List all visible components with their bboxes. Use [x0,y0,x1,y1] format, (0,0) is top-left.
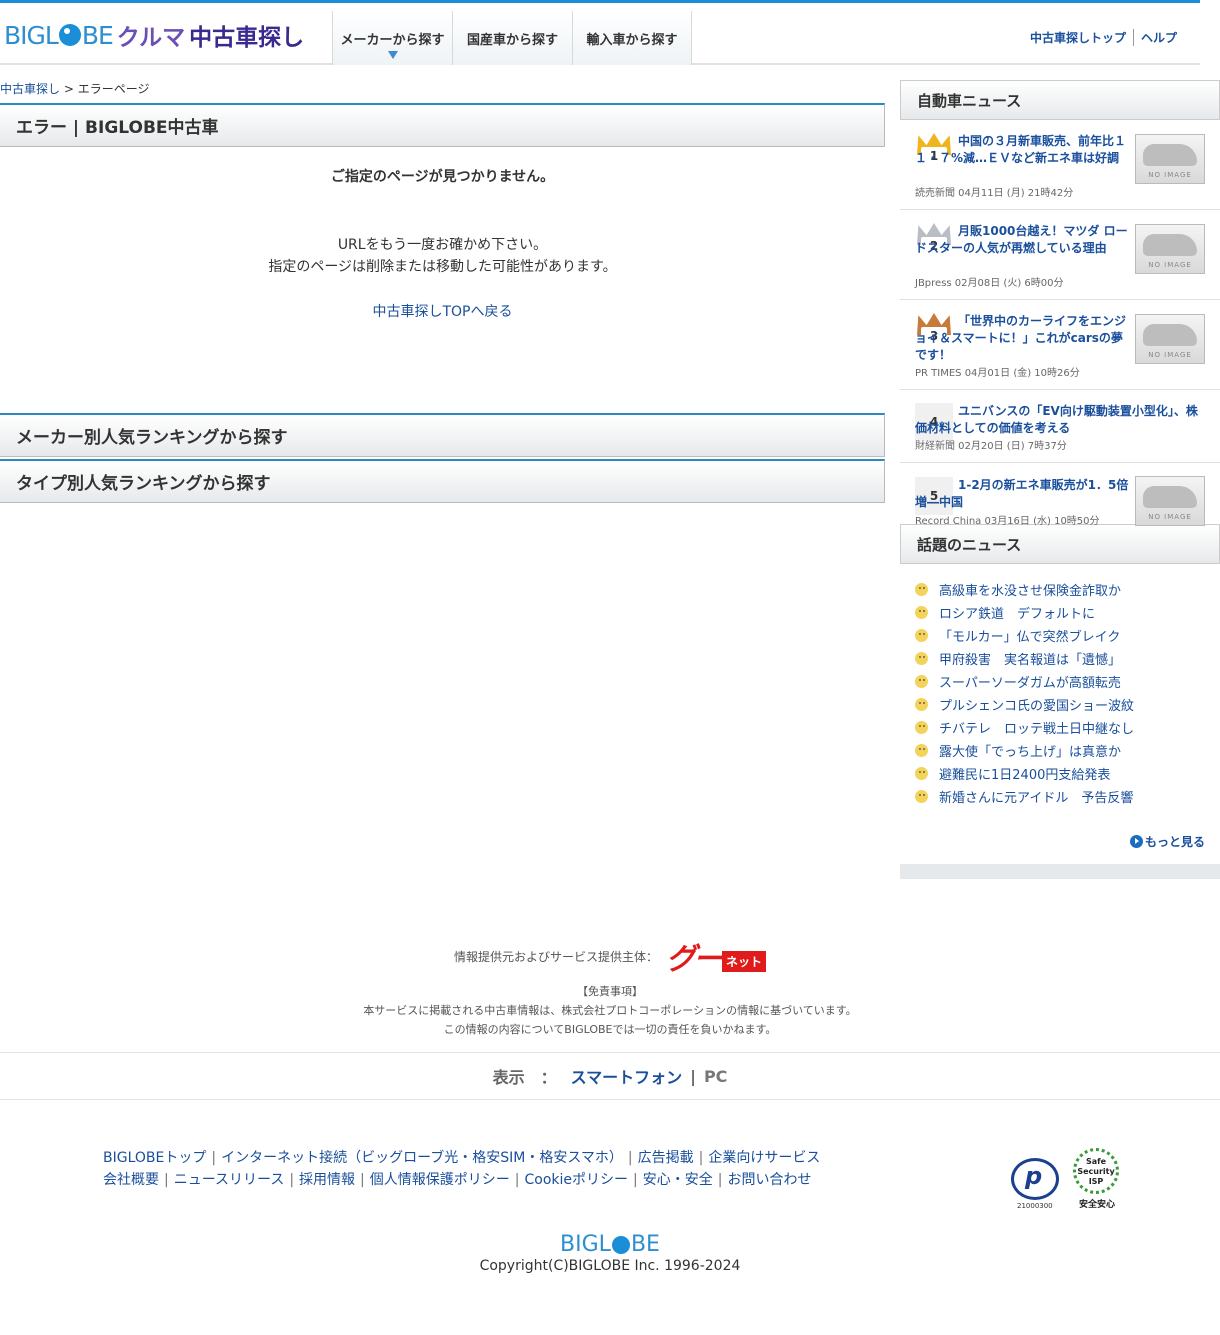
breadcrumb: 中古車探し > エラーページ [0,82,150,96]
maker-ranking-heading[interactable]: メーカー別人気ランキングから探す [0,413,885,457]
copyright: Copyright(C)BIGLOBE Inc. 1996-2024 [479,1258,741,1274]
footer-links: BIGLOBEトップ | インターネット接続（ビッグローブ光・格安SIM・格安スマホ… [103,1150,821,1188]
biglobe-logo: BIGL BE [4,20,114,50]
dropdown-arrow-icon [388,51,398,59]
circle-arrow-icon [1129,835,1143,848]
car-placeholder-icon [1143,486,1197,508]
list-item[interactable]: チバテレ ロッテ戦土日中継なし [915,716,1220,739]
list-item[interactable]: 新婚さんに元アイドル 予告反響 [915,785,1220,808]
kuruma-logo-text: クルマ [116,25,186,51]
no-image-thumbnail[interactable]: NO IMAGE [1135,476,1205,526]
more-link[interactable]: もっと見る [1129,833,1205,850]
footer-link-privacy-policy[interactable]: 個人情報保護ポリシー [370,1172,510,1188]
smiley-icon [915,583,928,596]
footer-link-company[interactable]: 会社概要 [103,1172,159,1188]
smiley-icon [915,790,928,803]
breadcrumb-current: エラーページ [77,82,150,96]
usedcar-top-link[interactable]: 中古車探しトップ [1023,29,1133,46]
topic-list: 高級車を水没させ保険金詐取か ロシア鉄道 デフォルトに 「モルカー」仏で突然ブレ… [900,564,1220,808]
logo-ball-icon [58,24,81,46]
list-item[interactable]: 「モルカー」仏で突然ブレイク [915,624,1220,647]
error-message: ご指定のページが見つかりません。 [330,169,555,185]
car-news-title: 自動車ニュース [900,80,1220,120]
smiley-icon [915,629,928,642]
news-item[interactable]: 4 ユニバンスの「EV向け駆動装置小型化」、株価材料としての価値を考える 財経新… [900,390,1220,463]
news-meta: JBpress 02月08日 (火) 6時00分 [915,278,1064,289]
smiley-icon [915,606,928,619]
footer-link-contact[interactable]: お問い合わせ [727,1172,811,1188]
smiley-icon [915,652,928,665]
list-item[interactable]: 甲府殺害 実名報道は「遺憾」 [915,647,1220,670]
certification-badges: p 21000300 Safe Security ISP 安全安心 [1005,1148,1123,1210]
pc-view-label: PC [703,1066,728,1086]
list-item[interactable]: ロシア鉄道 デフォルトに [915,601,1220,624]
news-meta: 財経新聞 02月20日 (日) 7時37分 [915,441,1067,452]
global-nav: メーカーから探す 国産車から探す 輸入車から探す [332,11,692,65]
smiley-icon [915,744,928,757]
sidebar-bottom-bar [900,864,1220,879]
news-meta: PR TIMES 04月01日 (金) 10時26分 [915,368,1080,379]
help-link[interactable]: ヘルプ [1132,29,1184,46]
news-item[interactable]: 2 月販1000台越え！マツダ ロードスターの人気が再燃している理由 JBpre… [900,210,1220,300]
nav-imported[interactable]: 輸入車から探す [572,11,692,65]
list-item[interactable]: 露大使「でっち上げ」は真意か [915,739,1220,762]
news-title[interactable]: 中国の３月新車販売、前年比１１・７%減…ＥＶなど新エネ車は好調 [915,133,1130,167]
breadcrumb-home[interactable]: 中古車探し [0,82,60,96]
goonet-logo[interactable]: グー ネット [666,934,767,978]
usedcar-logo-text: 中古車探し [189,25,305,51]
footer-biglobe-logo[interactable]: BIGL BE [0,1232,1220,1257]
no-image-thumbnail[interactable]: NO IMAGE [1135,314,1205,364]
footer-link-ads[interactable]: 広告掲載 [638,1150,694,1166]
safe-security-isp-icon[interactable]: Safe Security ISP 安全安心 [1071,1148,1123,1210]
nav-by-maker[interactable]: メーカーから探す [332,11,452,65]
news-meta: Record China 03月16日 (水) 10時50分 [915,516,1100,527]
error-detail: URLをもう一度お確かめ下さい。 指定のページは削除または移動した可能性がありま… [268,237,617,275]
site-logo[interactable]: BIGL BE クルマ 中古車探し [4,19,305,52]
car-placeholder-icon [1143,324,1197,346]
footer-link-business[interactable]: 企業向けサービス [708,1150,820,1166]
list-item[interactable]: スーパーソーダガムが高額転売 [915,670,1220,693]
news-meta: 読売新聞 04月11日 (月) 21時42分 [915,188,1074,199]
smiley-icon [915,675,928,688]
sidebar: 自動車ニュース 1 中国の３月新車販売、前年比１１・７%減…ＥＶなど新エネ車は好… [900,80,1220,849]
smartphone-view-link[interactable]: スマートフォン [571,1064,683,1088]
footer-link-internet[interactable]: インターネット接続（ビッグローブ光・格安SIM・格安スマホ） [221,1150,623,1166]
news-item[interactable]: 1 中国の３月新車販売、前年比１１・７%減…ＥＶなど新エネ車は好調 読売新聞 0… [900,120,1220,210]
car-placeholder-icon [1143,234,1197,256]
news-title[interactable]: ユニバンスの「EV向け駆動装置小型化」、株価材料としての価値を考える [915,403,1205,437]
logo-ball-icon [611,1235,630,1254]
disclaimer: 【免責事項】 本サービスに掲載される中古車情報は、株式会社プロトコーポレーション… [363,985,857,1036]
news-item[interactable]: 5 1-2月の新エネ車販売が1．5倍増―中国 Record China 03月1… [900,463,1220,536]
smiley-icon [915,721,928,734]
list-item[interactable]: 高級車を水没させ保険金詐取か [915,578,1220,601]
list-item[interactable]: プルシェンコ氏の愛国ショー波紋 [915,693,1220,716]
smiley-icon [915,767,928,780]
car-placeholder-icon [1143,144,1197,166]
news-item[interactable]: 3 「世界中のカーライフをエンジョイ＆スマートに！」これがcarsの夢です！ P… [900,300,1220,390]
provider-info: 情報提供元およびサービス提供主体： グー ネット [0,934,1220,978]
list-item[interactable]: 避難民に1日2400円支給発表 [915,762,1220,785]
type-ranking-heading[interactable]: タイプ別人気ランキングから探す [0,459,885,503]
footer-link-biglobe-top[interactable]: BIGLOBEトップ [103,1150,206,1166]
footer-link-cookie-policy[interactable]: Cookieポリシー [524,1172,628,1188]
back-to-top-link[interactable]: 中古車探しTOPへ戻る [0,301,885,321]
news-title[interactable]: 月販1000台越え！マツダ ロードスターの人気が再燃している理由 [915,223,1130,257]
footer-link-safety[interactable]: 安心・安全 [643,1172,713,1188]
footer-link-news-release[interactable]: ニュースリリース [174,1172,285,1188]
no-image-thumbnail[interactable]: NO IMAGE [1135,224,1205,274]
site-header: BIGL BE クルマ 中古車探し メーカーから探す 国産車から探す 輸入車から探… [0,3,1200,65]
news-title[interactable]: 1-2月の新エネ車販売が1．5倍増―中国 [915,477,1130,511]
privacy-mark-icon[interactable]: p 21000300 [1005,1148,1067,1210]
smiley-icon [915,698,928,711]
nav-domestic[interactable]: 国産車から探す [452,11,572,65]
footer-link-recruit[interactable]: 採用情報 [299,1172,355,1188]
page-title: エラー | BIGLOBE中古車 [0,103,885,147]
view-switch: 表示 ： スマートフォン | PC [0,1052,1220,1100]
news-title[interactable]: 「世界中のカーライフをエンジョイ＆スマートに！」これがcarsの夢です！ [915,313,1130,364]
no-image-thumbnail[interactable]: NO IMAGE [1135,134,1205,184]
header-links: 中古車探しトップ ヘルプ [1023,29,1184,46]
